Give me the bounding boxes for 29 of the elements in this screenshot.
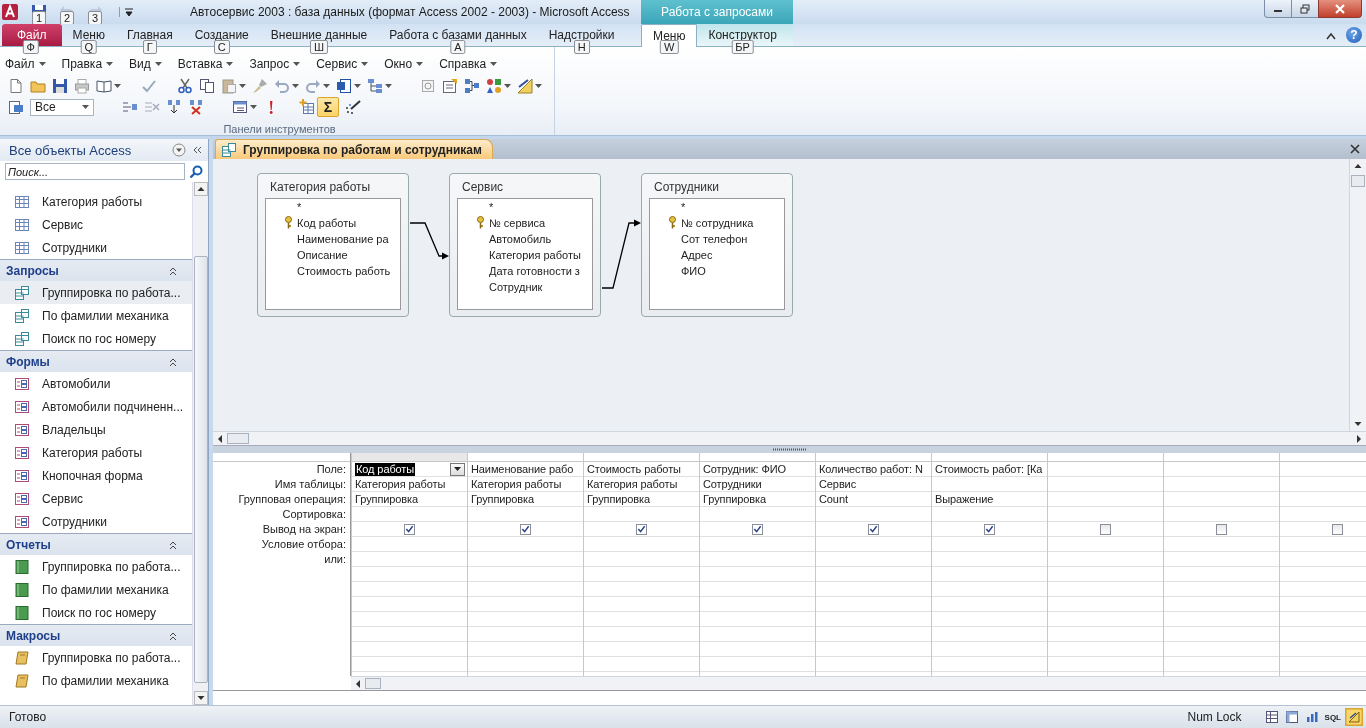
keytip-tooltip: Ф (22, 40, 39, 54)
row-label: Имя таблицы: (273, 477, 347, 492)
table-title: Сервис (461, 179, 505, 196)
keytip-tooltip: С (213, 40, 230, 54)
document-tab-title: Группировка по работам и сотрудникам (243, 142, 482, 157)
row-label: Поле: (315, 462, 347, 477)
row-label: или: (323, 552, 347, 567)
keytip-tooltip: БР (731, 40, 754, 54)
status-text: Готово (9, 710, 47, 724)
keytip-tooltip: 1 (32, 11, 47, 25)
keytip-tooltip: Q (80, 40, 97, 54)
group-label: Панели инструментов (222, 123, 337, 135)
keytip-tooltip: 3 (88, 11, 103, 25)
keytip-tooltip: Г (142, 40, 157, 54)
row-label: Сортировка: (281, 507, 347, 522)
contextual-tab-group: Работа с запросами (641, 0, 793, 24)
keytip-tooltip: Ш (309, 40, 329, 54)
navigation-pane-title: Все объекты Access (9, 142, 133, 158)
table-title: Категория работы (269, 179, 372, 196)
num-lock-indicator: Num Lock (1187, 710, 1242, 724)
keytip-tooltip: W (660, 40, 679, 54)
keytip-tooltip: 2 (60, 11, 75, 25)
keytip-tooltip: Н (573, 40, 590, 54)
row-label: Вывод на экран: (261, 522, 347, 537)
row-label: Групповая операция: (237, 492, 347, 507)
row-label: Условие отбора: (260, 537, 347, 552)
table-title: Сотрудники (653, 179, 720, 196)
keytip-tooltip: А (450, 40, 466, 54)
window-title: Автосервис 2003 : база данных (формат Access 2002 - 2003) - Microsoft Access (190, 5, 630, 19)
